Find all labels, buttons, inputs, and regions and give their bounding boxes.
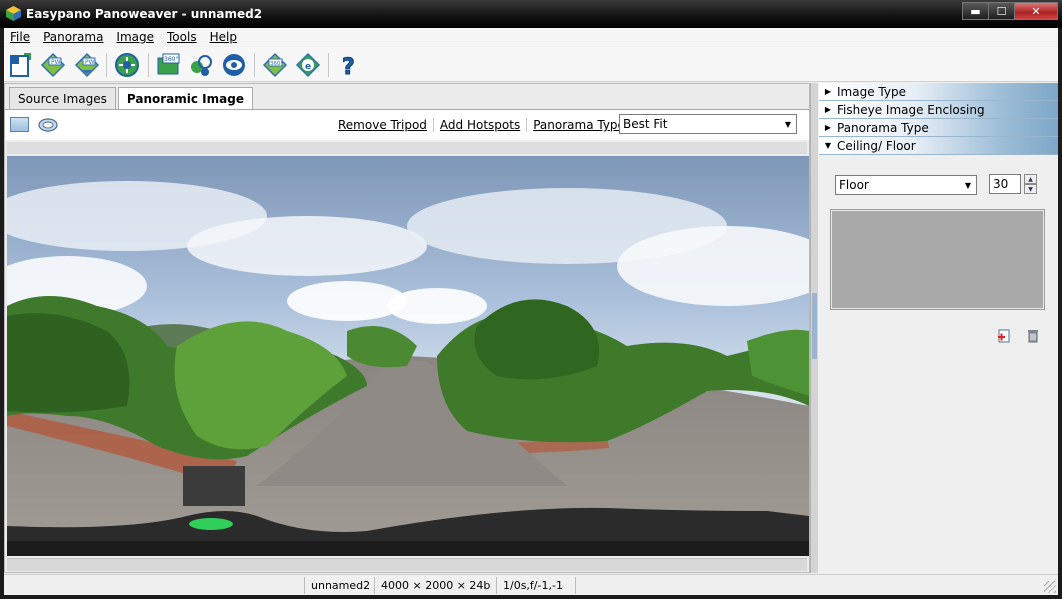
preview-eye-icon[interactable] [221,52,247,78]
section-fisheye-enclosing[interactable]: ▶ Fisheye Image Enclosing [819,101,1058,119]
panorama-image[interactable] [7,156,809,556]
tab-strip: Source Images Panoramic Image [9,87,255,110]
panorama-type-link[interactable]: Panorama Type [527,118,631,132]
status-bar: unnamed2 4000 × 2000 × 24b 1/0s,f/-1,-1 [4,574,1058,595]
minimize-button[interactable]: ▬ [962,2,989,20]
panorama-panel: Source Images Panoramic Image Remove Tri… [4,83,810,573]
chevron-down-icon: ▼ [964,180,972,190]
menu-tools-label: Tools [167,30,197,44]
publish-360-icon[interactable]: 360° [155,52,181,78]
pw-save-icon[interactable]: PW [74,52,100,78]
chevron-right-icon: ▶ [824,123,832,132]
rectangle-select-icon[interactable] [10,117,29,132]
menu-image[interactable]: Image [116,30,154,44]
remove-tripod-link[interactable]: Remove Tripod [338,118,434,132]
ceiling-floor-value: Floor [839,178,869,192]
chevron-right-icon: ▶ [824,87,832,96]
svg-text:?: ? [342,55,355,78]
app-logo-icon [6,6,21,21]
window-title: Easypano Panoweaver - unnamed2 [26,7,263,21]
ring-view-icon[interactable] [38,118,58,132]
panel-splitter[interactable] [810,83,818,573]
hotspot-icon[interactable] [188,52,214,78]
toolbar-separator [106,53,107,77]
svg-text:PW: PW [85,59,95,66]
toolbar-separator [148,53,149,77]
ceiling-floor-select[interactable]: Floor ▼ [835,175,977,195]
svg-text:e: e [305,62,311,72]
chevron-down-icon: ▼ [784,119,792,129]
add-hotspots-link[interactable]: Add Hotspots [434,118,528,132]
menu-help[interactable]: Help [210,30,237,44]
section-ceiling-floor[interactable]: ▼ Ceiling/ Floor [819,137,1058,155]
section-fisheye-label: Fisheye Image Enclosing [837,102,985,117]
help-icon[interactable]: ? [336,52,362,81]
menu-file[interactable]: File [10,30,30,44]
size-stepper[interactable]: ▲ ▼ [1024,174,1037,194]
stepper-up-icon[interactable]: ▲ [1024,174,1037,184]
main-window: File Panorama Image Tools Help PW PW 360… [4,28,1058,595]
close-button[interactable]: ✕ [1014,2,1058,20]
status-file: unnamed2 [304,576,374,594]
menu-tools[interactable]: Tools [167,30,197,44]
maximize-button[interactable]: ☐ [988,2,1015,20]
tab-panoramic-image[interactable]: Panoramic Image [117,87,253,110]
resize-grip-icon[interactable] [1044,581,1056,593]
ceiling-floor-preview [830,209,1045,310]
new-project-icon[interactable] [8,52,34,78]
ruler-bar [7,142,807,154]
menu-bar: File Panorama Image Tools Help [4,28,1058,46]
trash-icon[interactable] [1025,328,1041,344]
publish-e-icon[interactable]: e [295,52,321,78]
chevron-right-icon: ▶ [824,105,832,114]
panorama-type-value: Best Fit [623,117,668,131]
svg-text:360°: 360° [164,56,178,63]
toolbar-separator [328,53,329,77]
chevron-down-icon: ▼ [824,141,832,150]
main-toolbar: PW PW 360° 360° e ? [4,47,1058,82]
tab-source-images[interactable]: Source Images [9,87,116,109]
panorama-type-select[interactable]: Best Fit ▼ [619,114,797,134]
menu-panorama-label: Panorama [43,30,104,44]
section-panorama-type-label: Panorama Type [837,120,929,135]
section-image-type[interactable]: ▶ Image Type [819,83,1058,101]
toolbar-separator [254,53,255,77]
horizontal-scrollbar[interactable] [7,558,807,571]
publish-360-diamond-icon[interactable]: 360° [262,52,288,78]
size-input[interactable]: 30 [989,174,1021,194]
panorama-links: Remove Tripod Add Hotspots Panorama Type [338,118,631,132]
pw-open-icon[interactable]: PW [40,52,66,78]
menu-image-label: Image [116,30,155,44]
menu-panorama[interactable]: Panorama [43,30,103,44]
section-image-type-label: Image Type [837,84,906,99]
add-image-icon[interactable] [996,328,1012,344]
status-dimensions: 4000 × 2000 × 24b [374,576,496,594]
panorama-toolbar: Remove Tripod Add Hotspots Panorama Type… [5,110,809,140]
properties-panel: ▶ Image Type ▶ Fisheye Image Enclosing ▶… [819,83,1058,573]
title-bar: Easypano Panoweaver - unnamed2 ▬ ☐ ✕ [0,0,1062,28]
section-panorama-type[interactable]: ▶ Panorama Type [819,119,1058,137]
status-exif: 1/0s,f/-1,-1 [496,576,576,594]
menu-help-label: Help [209,30,237,44]
svg-text:360°: 360° [270,61,283,67]
splitter-grip[interactable] [812,293,817,359]
stepper-down-icon[interactable]: ▼ [1024,184,1037,194]
stitch-icon[interactable] [114,52,140,78]
section-ceiling-floor-label: Ceiling/ Floor [837,138,916,153]
menu-file-label: File [10,30,31,44]
svg-text:PW: PW [51,59,61,66]
